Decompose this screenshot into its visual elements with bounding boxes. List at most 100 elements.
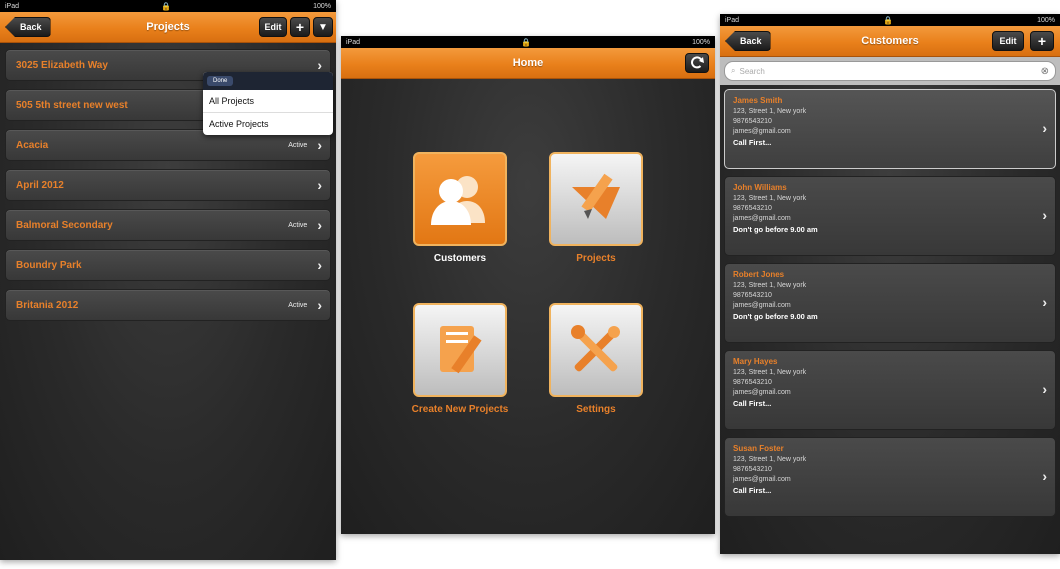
customer-card[interactable]: James Smith 123, Street 1, New york 9876…: [724, 89, 1056, 169]
project-status: Active: [288, 221, 308, 229]
project-name: April 2012: [16, 179, 64, 191]
customer-name: James Smith: [733, 96, 783, 105]
projects-tile-label: Projects: [576, 253, 616, 264]
customer-card[interactable]: Robert Jones 123, Street 1, New york 987…: [724, 263, 1056, 343]
customer-address: 123, Street 1, New york: [733, 282, 807, 289]
search-icon: ⌕: [731, 66, 736, 75]
filter-icon: ▼: [318, 21, 328, 33]
battery-label: 100%: [1037, 16, 1055, 24]
add-button[interactable]: +: [1030, 31, 1054, 51]
project-status: Active: [288, 141, 308, 149]
customer-email: james@gmail.com: [733, 128, 791, 135]
back-button[interactable]: Back: [5, 17, 51, 37]
status-bar: iPad 🔒 100%: [720, 14, 1060, 26]
status-bar: iPad 🔒 100%: [341, 36, 715, 48]
customer-address: 123, Street 1, New york: [733, 369, 807, 376]
add-button[interactable]: +: [290, 17, 310, 37]
project-name: Acacia: [16, 139, 49, 151]
tools-icon: [571, 325, 620, 372]
project-row[interactable]: Balmoral Secondary Active ›: [5, 209, 331, 241]
page-title: Customers: [861, 35, 919, 47]
filter-button[interactable]: ▼: [313, 17, 333, 37]
device-label: iPad: [5, 2, 20, 10]
battery-label: 100%: [692, 38, 710, 46]
edit-button[interactable]: Edit: [992, 31, 1024, 51]
lock-icon: 🔒: [883, 15, 894, 25]
customer-email: james@gmail.com: [733, 389, 791, 396]
customer-note: Don't go before 9.00 am: [733, 225, 818, 234]
page-title: Home: [512, 57, 544, 69]
customer-name: Susan Foster: [733, 444, 784, 453]
home-navbar: Home: [341, 48, 715, 79]
create-new-projects-tile[interactable]: [413, 303, 507, 397]
project-row[interactable]: April 2012 ›: [5, 169, 331, 201]
lock-icon: 🔒: [521, 37, 532, 47]
status-bar: iPad 🔒 100%: [0, 0, 336, 12]
project-name: 3025 Elizabeth Way: [16, 59, 108, 71]
projects-icon: [572, 173, 620, 219]
customer-phone: 9876543210: [733, 466, 772, 473]
filter-option-all[interactable]: All Projects: [203, 90, 333, 113]
customer-note: Don't go before 9.00 am: [733, 312, 818, 321]
chevron-right-icon: ›: [1042, 294, 1047, 310]
project-row[interactable]: Boundry Park ›: [5, 249, 331, 281]
lock-icon: 🔒: [161, 1, 172, 11]
customer-card[interactable]: John Williams 123, Street 1, New york 98…: [724, 176, 1056, 256]
refresh-button[interactable]: [685, 53, 709, 73]
device-label: iPad: [346, 38, 361, 46]
settings-tile[interactable]: [549, 303, 643, 397]
customer-phone: 9876543210: [733, 118, 772, 125]
chevron-right-icon: ›: [1042, 207, 1047, 223]
projects-screen: iPad 🔒 100% Back Projects Edit + ▼ 3025 …: [0, 0, 336, 560]
projects-navbar: Back Projects Edit + ▼: [0, 12, 336, 43]
customer-email: james@gmail.com: [733, 215, 791, 222]
customer-card[interactable]: Susan Foster 123, Street 1, New york 987…: [724, 437, 1056, 517]
chevron-right-icon: ›: [317, 297, 322, 313]
battery-label: 100%: [313, 2, 331, 10]
customer-email: james@gmail.com: [733, 476, 791, 483]
dropdown-header: Done: [203, 72, 333, 90]
clear-icon[interactable]: ⊗: [1041, 66, 1049, 77]
chevron-right-icon: ›: [317, 257, 322, 273]
customer-email: james@gmail.com: [733, 302, 791, 309]
chevron-right-icon: ›: [1042, 120, 1047, 136]
customer-name: Robert Jones: [733, 270, 785, 279]
chevron-right-icon: ›: [317, 177, 322, 193]
customer-card[interactable]: Mary Hayes 123, Street 1, New york 98765…: [724, 350, 1056, 430]
search-bar: ⌕ Search ⊗: [720, 57, 1060, 85]
create-project-icon: [440, 326, 482, 374]
chevron-right-icon: ›: [1042, 381, 1047, 397]
settings-tile-label: Settings: [576, 404, 616, 415]
customers-tile[interactable]: [413, 152, 507, 246]
customer-phone: 9876543210: [733, 379, 772, 386]
search-placeholder: Search: [739, 66, 765, 76]
projects-tile[interactable]: [549, 152, 643, 246]
project-name: Balmoral Secondary: [16, 219, 113, 231]
device-label: iPad: [725, 16, 740, 24]
customers-list: James Smith 123, Street 1, New york 9876…: [720, 85, 1060, 528]
back-button[interactable]: Back: [725, 31, 771, 51]
customer-address: 123, Street 1, New york: [733, 195, 807, 202]
chevron-right-icon: ›: [317, 137, 322, 153]
customers-icon: [431, 176, 485, 225]
refresh-icon: [691, 56, 704, 69]
home-screen: iPad 🔒 100% Home Customers Projects Crea…: [341, 36, 715, 534]
page-title: Projects: [146, 21, 190, 33]
chevron-right-icon: ›: [1042, 468, 1047, 484]
customer-note: Call First...: [733, 399, 772, 408]
customer-address: 123, Street 1, New york: [733, 108, 807, 115]
edit-button[interactable]: Edit: [259, 17, 287, 37]
customer-address: 123, Street 1, New york: [733, 456, 807, 463]
filter-option-active[interactable]: Active Projects: [203, 113, 333, 135]
customers-screen: iPad 🔒 100% Back Customers Edit + ⌕ Sear…: [720, 14, 1060, 554]
customer-phone: 9876543210: [733, 205, 772, 212]
project-row[interactable]: Britania 2012 Active ›: [5, 289, 331, 321]
filter-dropdown: Done All Projects Active Projects: [203, 72, 333, 135]
search-input[interactable]: ⌕ Search ⊗: [724, 61, 1056, 81]
customer-phone: 9876543210: [733, 292, 772, 299]
done-button[interactable]: Done: [207, 76, 234, 86]
chevron-right-icon: ›: [317, 217, 322, 233]
customer-name: John Williams: [733, 183, 787, 192]
customers-navbar: Back Customers Edit +: [720, 26, 1060, 57]
customer-note: Call First...: [733, 486, 772, 495]
